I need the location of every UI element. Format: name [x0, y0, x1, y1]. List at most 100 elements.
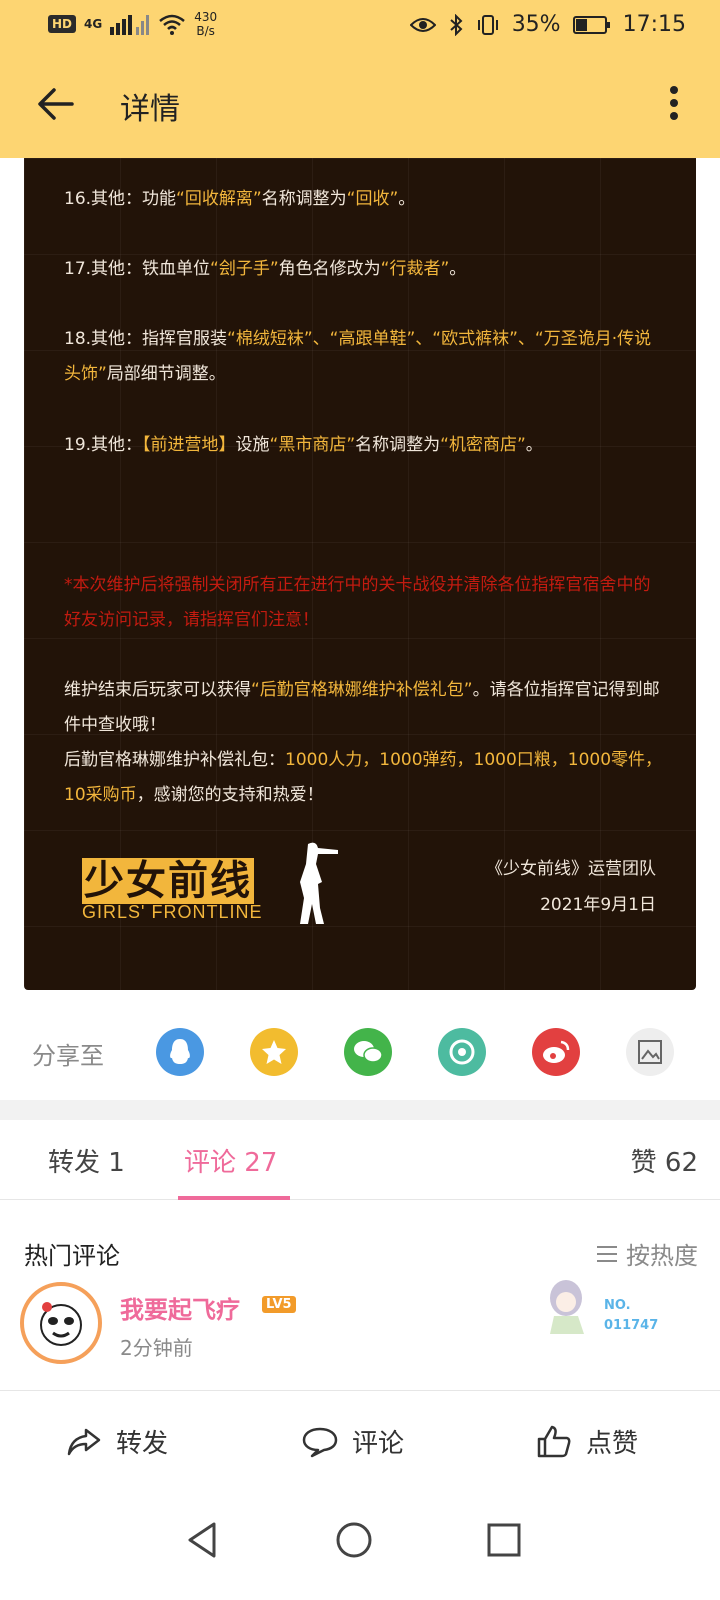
nav-home-button[interactable] — [332, 1518, 376, 1562]
net-speed-value: 430 — [194, 10, 218, 24]
share-wechat-button[interactable] — [344, 1028, 392, 1076]
sort-label: 按热度 — [626, 1242, 698, 1270]
like-label: 点赞 — [586, 1429, 639, 1459]
tab-repost[interactable]: 转发 1 — [48, 1142, 125, 1179]
logo-subtitle: GIRLS' FRONTLINE — [82, 902, 263, 922]
hd-indicator: HD — [48, 15, 77, 33]
share-row: 分享至 — [0, 1000, 720, 1100]
article-item-18: 18.其他：指挥官服装“棉绒短袜”、“高跟单鞋”、“欧式裤袜”、“万圣诡月·传说… — [64, 322, 664, 392]
moments-aperture-icon — [449, 1039, 475, 1065]
sort-selector[interactable]: 按热度 — [596, 1236, 698, 1271]
item-highlight: “行裁者” — [380, 259, 450, 279]
badge-value: 011747 — [604, 1318, 659, 1333]
thumbs-up-icon — [537, 1425, 571, 1457]
weibo-icon — [543, 1040, 570, 1063]
share-label: 分享至 — [32, 1042, 104, 1070]
more-options-button[interactable] — [668, 82, 680, 126]
net-speed: 430 B/s — [194, 10, 217, 38]
back-button[interactable] — [32, 80, 80, 128]
battery-icon — [572, 15, 610, 34]
maintenance-warning: *本次维护后将强制关闭所有正在进行中的关卡战役并清除各位指挥官宿舍中的好友访问记… — [64, 575, 651, 630]
comment-button[interactable]: 评论 — [302, 1423, 404, 1460]
nav-back-button[interactable] — [182, 1518, 226, 1562]
reward-intro: 维护结束后玩家可以获得“后勤官格琳娜维护补偿礼包”。请各位指挥官记得到邮件中查收… — [64, 673, 664, 813]
share-moments-button[interactable] — [438, 1028, 486, 1076]
wechat-icon — [354, 1041, 383, 1063]
save-image-icon — [638, 1040, 662, 1064]
article-item-16: 16.其他：功能“回收解离”名称调整为“回收”。 — [64, 182, 664, 217]
tab-repost-label: 转发 — [48, 1148, 101, 1178]
avatar[interactable] — [20, 1282, 102, 1364]
menu-lines-icon — [597, 1245, 617, 1262]
tab-likes-count: 62 — [664, 1148, 698, 1178]
clock: 17:15 — [622, 12, 686, 37]
panda-face-icon — [40, 1302, 82, 1346]
item-text: 设施 — [235, 435, 270, 455]
comment-label: 评论 — [352, 1429, 405, 1459]
hot-comments-header: 热门评论 — [24, 1242, 120, 1270]
like-button[interactable]: 点赞 — [536, 1423, 638, 1460]
item-text: 16.其他：功能 — [64, 189, 177, 209]
item-highlight: “回收” — [346, 189, 399, 209]
user-badge: NO. 011747 — [540, 1276, 690, 1340]
share-qzone-button[interactable] — [250, 1028, 298, 1076]
reward-text: ，感谢您的支持和热爱！ — [136, 785, 324, 805]
badge-number: NO. 011747 — [604, 1296, 658, 1336]
logo-title: 少女前线 — [82, 848, 254, 906]
item-highlight: “黑市商店” — [269, 435, 356, 455]
share-weibo-button[interactable] — [532, 1028, 580, 1076]
triangle-back-icon — [188, 1522, 216, 1558]
tab-comments-count: 27 — [244, 1148, 278, 1178]
tab-repost-count: 1 — [108, 1148, 125, 1178]
item-text: 角色名修改为 — [278, 259, 381, 279]
repost-button[interactable]: 转发 — [66, 1423, 168, 1460]
app-bar: 详情 — [0, 52, 720, 158]
item-highlight: “机密商店” — [440, 435, 526, 455]
signal-icon — [110, 15, 150, 35]
tab-likes[interactable]: 赞 62 — [631, 1142, 698, 1179]
item-text: 17.其他：铁血单位 — [64, 259, 211, 279]
share-arrow-icon — [67, 1428, 101, 1455]
item-highlight: “刽子手” — [210, 259, 279, 279]
qzone-star-icon — [262, 1040, 286, 1064]
item-text: 局部细节调整。 — [106, 364, 226, 384]
item-text: 名称调整为 — [261, 189, 347, 209]
signature: 《少女前线》运营团队 — [486, 859, 656, 879]
article-item-17: 17.其他：铁血单位“刽子手”角色名修改为“行裁者”。 — [64, 252, 664, 287]
item-highlight: 【前进营地】 — [142, 435, 236, 455]
system-nav-bar — [0, 1490, 720, 1600]
share-save-image-button[interactable] — [626, 1028, 674, 1076]
reward-text: 后勤官格琳娜维护补偿礼包： — [64, 750, 285, 770]
item-text: 。 — [525, 435, 543, 455]
signal-label: 4G — [84, 17, 103, 31]
status-bar: HD 4G 430 B/s 35% 17:15 — [0, 0, 720, 52]
article-item-19: 19.其他：【前进营地】设施“黑市商店”名称调整为“机密商店”。 — [64, 428, 664, 463]
circle-home-icon — [336, 1522, 372, 1558]
nav-recents-button[interactable] — [482, 1518, 526, 1562]
tab-likes-label: 赞 — [630, 1148, 657, 1178]
interaction-tabs: 转发 1 评论 27 赞 62 — [0, 1120, 720, 1200]
reward-pack-name: “后勤官格琳娜维护补偿礼包” — [251, 680, 473, 700]
wifi-icon — [159, 14, 186, 35]
logo-cn-text: 少女前线 — [82, 858, 254, 904]
tab-comments[interactable]: 评论 27 — [184, 1142, 277, 1179]
comment-username[interactable]: 我要起飞疗 — [120, 1290, 240, 1325]
anime-girl-badge-icon — [550, 1280, 584, 1334]
publish-date: 2021年9月1日 — [540, 895, 656, 915]
app-screen: HD 4G 430 B/s 35% 17:15 详情 16.其他：功能“回收解离… — [0, 0, 720, 1600]
active-tab-indicator — [178, 1196, 290, 1200]
share-qq-button[interactable] — [156, 1028, 204, 1076]
item-highlight: “回收解离” — [176, 189, 262, 209]
battery-percent: 35% — [511, 12, 561, 37]
qq-icon — [170, 1039, 190, 1064]
more-dot — [670, 99, 678, 107]
item-text: 名称调整为 — [355, 435, 441, 455]
action-bar: 转发 评论 点赞 — [0, 1390, 720, 1490]
more-dot — [670, 112, 678, 120]
eye-icon — [409, 17, 436, 32]
soldier-silhouette-icon — [300, 842, 338, 924]
game-logo: 少女前线 GIRLS' FRONTLINE — [82, 838, 352, 938]
article-body: 16.其他：功能“回收解离”名称调整为“回收”。 17.其他：铁血单位“刽子手”… — [24, 158, 696, 990]
item-text: 。 — [398, 189, 416, 209]
square-recents-icon — [487, 1523, 521, 1557]
